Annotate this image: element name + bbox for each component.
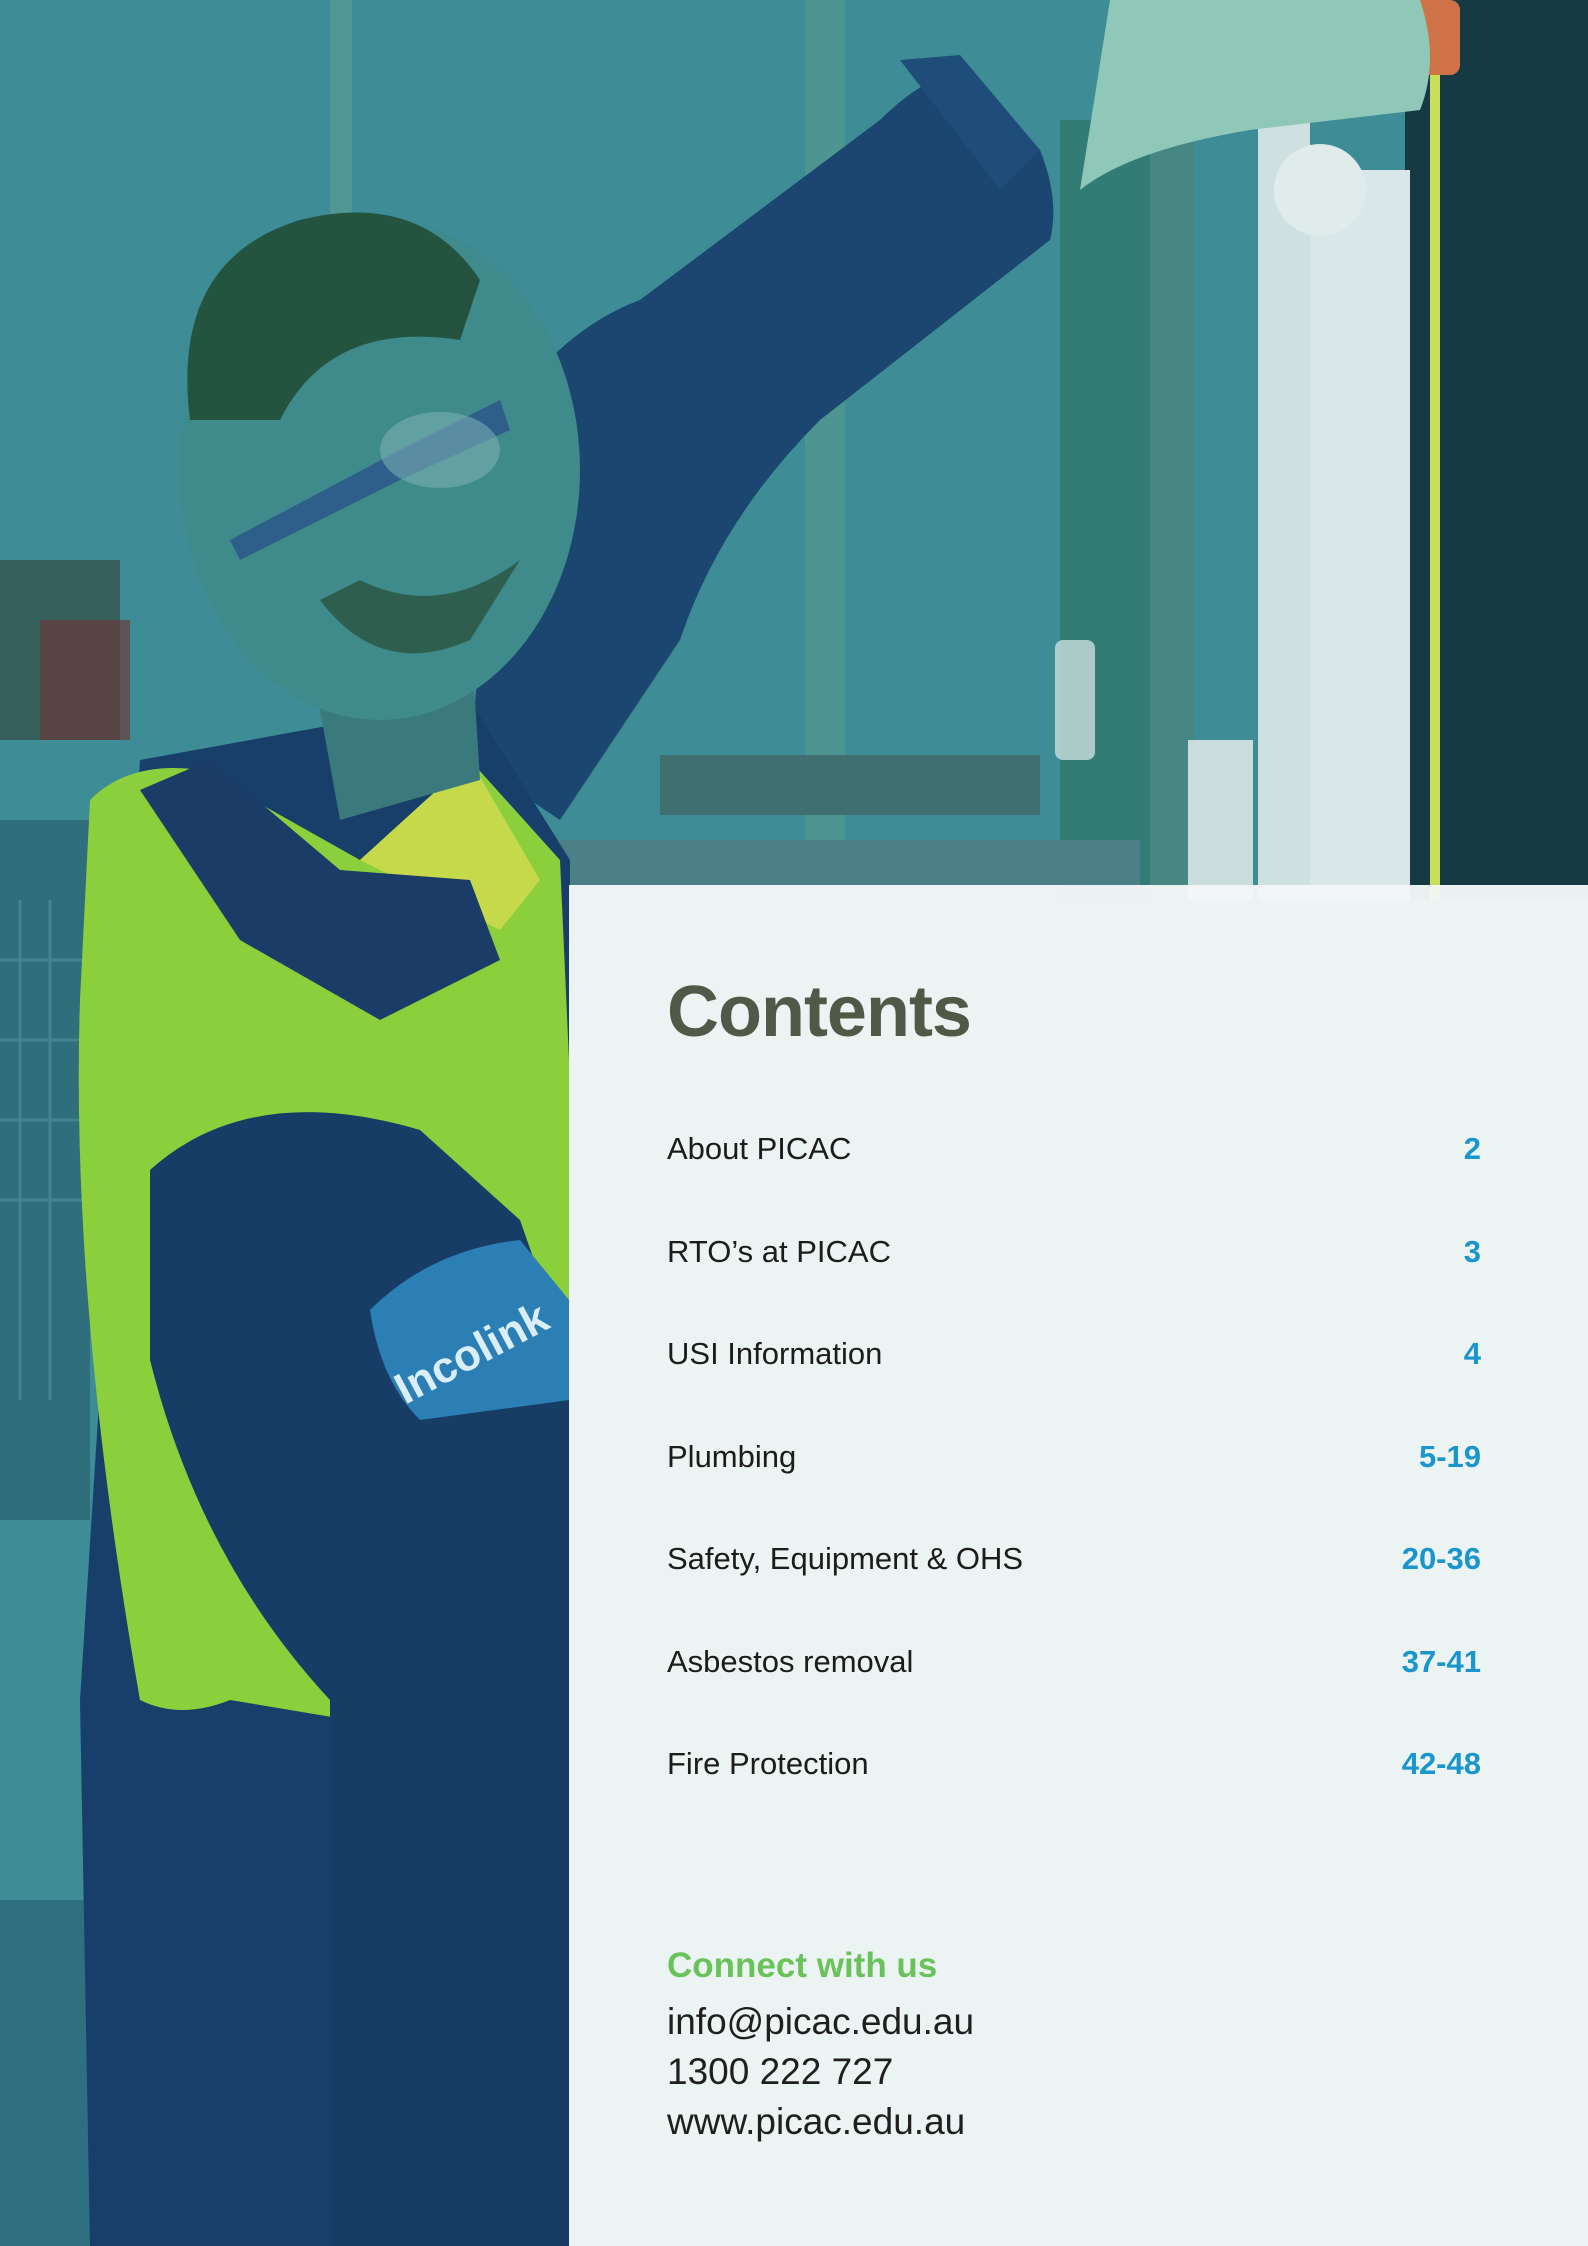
page-title: Contents	[667, 972, 972, 1052]
email-link[interactable]: info@picac.edu.au	[667, 1997, 974, 2047]
toc-item-rtos[interactable]: RTO’s at PICAC 3	[667, 1233, 1481, 1336]
toc-label: Fire Protection	[667, 1746, 869, 1781]
toc-item-safety-equipment-ohs[interactable]: Safety, Equipment & OHS 20-36	[667, 1540, 1481, 1643]
toc-label: Safety, Equipment & OHS	[667, 1541, 1024, 1576]
toc-label: About PICAC	[667, 1131, 852, 1166]
toc-page-number: 5-19	[1418, 1438, 1481, 1474]
toc-page-number: 37-41	[1401, 1643, 1481, 1679]
website-link[interactable]: www.picac.edu.au	[667, 2097, 974, 2147]
connect-section: Connect with us info@picac.edu.au 1300 2…	[667, 1945, 974, 2147]
toc-label: USI Information	[667, 1336, 883, 1371]
connect-heading: Connect with us	[667, 1946, 938, 1985]
toc-label: Plumbing	[667, 1438, 797, 1474]
toc-item-asbestos-removal[interactable]: Asbestos removal 37-41	[667, 1643, 1481, 1746]
toc-item-plumbing[interactable]: Plumbing 5-19	[667, 1438, 1481, 1541]
toc-item-fire-protection[interactable]: Fire Protection 42-48	[667, 1745, 1481, 1848]
toc-item-usi-information[interactable]: USI Information 4	[667, 1335, 1481, 1438]
toc-page-number: 20-36	[1401, 1541, 1481, 1576]
toc-item-about-picac[interactable]: About PICAC 2	[667, 1130, 1481, 1233]
contents-panel: Contents About PICAC 2 RTO’s at PICAC 3 …	[569, 885, 1588, 2246]
toc-page-number: 3	[1463, 1233, 1481, 1269]
toc-label: RTO’s at PICAC	[667, 1233, 891, 1269]
toc-page-number: 2	[1463, 1131, 1481, 1166]
toc-page-number: 42-48	[1401, 1746, 1481, 1781]
phone-link[interactable]: 1300 222 727	[667, 2047, 974, 2097]
table-of-contents: About PICAC 2 RTO’s at PICAC 3 USI Infor…	[667, 1130, 1481, 1848]
toc-label: Asbestos removal	[667, 1643, 914, 1679]
toc-page-number: 4	[1463, 1336, 1481, 1371]
